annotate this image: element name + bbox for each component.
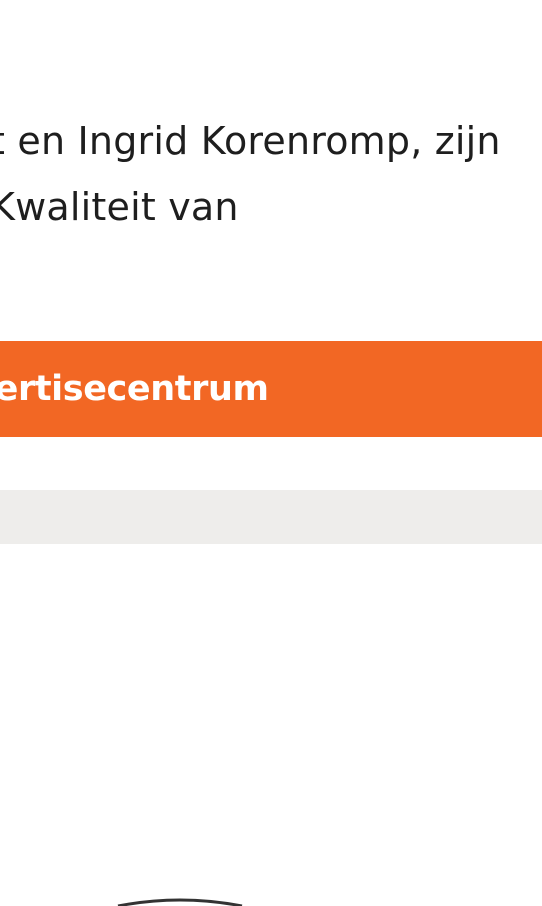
expertisecentrum-button-label: pertisecentrum: [0, 369, 269, 409]
article-intro-text: t en Ingrid Korenromp, zijn Kwaliteit va…: [0, 108, 542, 240]
intro-line-1: t en Ingrid Korenromp, zijn: [0, 119, 501, 163]
partial-image: [0, 560, 542, 906]
expertisecentrum-button[interactable]: pertisecentrum: [0, 341, 542, 437]
grey-divider-bar: [0, 490, 542, 544]
intro-line-2: Kwaliteit van: [0, 185, 239, 229]
partial-circle-image-icon: [117, 898, 243, 906]
